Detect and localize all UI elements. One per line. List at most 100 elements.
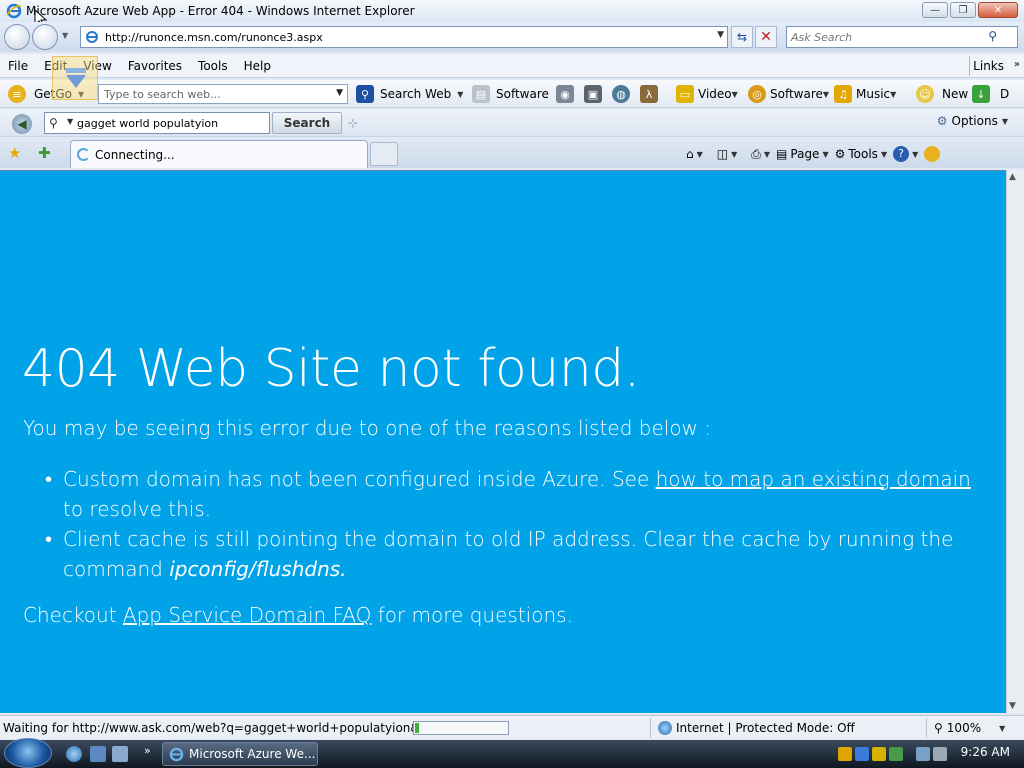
stop-button[interactable]: ✕: [755, 26, 777, 48]
favorites-star-icon[interactable]: ★: [8, 144, 21, 162]
zone-label: Internet | Protected Mode: Off: [676, 721, 855, 735]
faq-link[interactable]: App Service Domain FAQ: [123, 603, 371, 627]
ie-quicklaunch-icon[interactable]: [66, 746, 82, 762]
page-content: 404 Web Site not found. You may be seein…: [0, 170, 1006, 713]
globe-icon[interactable]: ◍: [612, 85, 630, 103]
chevron-down-icon[interactable]: ▼: [67, 117, 73, 126]
download-arrow-icon[interactable]: ↓: [972, 85, 990, 103]
rss-icon[interactable]: ◉: [556, 85, 574, 103]
software-menu-button[interactable]: ◎ Software ▼: [748, 84, 829, 104]
list-item: Client cache is still pointing the domai…: [45, 524, 975, 584]
start-button[interactable]: [4, 738, 52, 768]
web-search-input[interactable]: Type to search web... ▼: [98, 84, 348, 104]
ask-jeeves-icon[interactable]: λ: [640, 85, 658, 103]
links-separator: [969, 56, 970, 76]
page-menu-button[interactable]: ▤ Page ▼: [776, 147, 829, 161]
title-bar: Microsoft Azure Web App - Error 404 - Wi…: [0, 0, 1024, 22]
security-center-icon[interactable]: [889, 747, 903, 761]
add-favorites-icon[interactable]: ✚: [38, 144, 51, 162]
address-bar[interactable]: http://runonce.msn.com/runonce3.aspx ▼: [80, 26, 728, 48]
refresh-button[interactable]: ⇆: [731, 26, 753, 48]
software-icon: ▤: [472, 85, 490, 103]
vertical-scrollbar[interactable]: ▲ ▼: [1006, 170, 1024, 713]
network-icon[interactable]: [916, 747, 930, 761]
links-button[interactable]: Links: [973, 59, 1004, 73]
maximize-button[interactable]: ❐: [950, 2, 976, 18]
scroll-up-icon[interactable]: ▲: [1009, 172, 1016, 182]
address-dropdown-icon[interactable]: ▼: [717, 30, 724, 40]
switch-windows-icon[interactable]: [112, 746, 128, 762]
forward-button[interactable]: [32, 24, 58, 50]
volume-muted-icon[interactable]: [933, 747, 947, 761]
list-item: Custom domain has not been configured in…: [45, 464, 975, 524]
options-button[interactable]: ⚙ Options ▼: [937, 114, 1008, 128]
home-button[interactable]: ⌂ ▼: [686, 147, 703, 161]
zoom-control[interactable]: ⚲ 100% ▼: [934, 721, 1005, 735]
print-button[interactable]: ⎙ ▼: [751, 147, 770, 162]
magnifier-icon: ⚲: [356, 85, 374, 103]
chevron-down-icon: ▼: [999, 723, 1006, 733]
show-desktop-icon[interactable]: [90, 746, 106, 762]
tv-icon: ▭: [676, 85, 694, 103]
menu-favorites[interactable]: Favorites: [120, 59, 190, 73]
chevron-down-icon: ▼: [912, 149, 919, 159]
bullet1-text-pre: Custom domain has not been configured in…: [63, 467, 656, 491]
menu-file[interactable]: File: [0, 59, 36, 73]
command-bar: ⌂ ▼ ◫ ▼ ⎙ ▼ ▤ Page ▼ ⚙ Tools ▼ ? ▼: [686, 144, 941, 164]
loading-spinner-icon: [77, 148, 90, 161]
bluetooth-icon[interactable]: [855, 747, 869, 761]
menu-help[interactable]: Help: [236, 59, 279, 73]
smiley-icon: ☺: [916, 85, 934, 103]
faq-text-pre: Checkout: [23, 603, 123, 627]
video-button[interactable]: ▭ Video ▼: [676, 84, 738, 104]
tools-menu-button[interactable]: ⚙ Tools ▼: [835, 147, 887, 161]
truncated-label[interactable]: D: [1000, 87, 1009, 101]
address-row: ▼ http://runonce.msn.com/runonce3.aspx ▼…: [0, 22, 1024, 52]
feed-icon: ◫: [716, 147, 729, 161]
chevron-down-icon: ▼: [890, 89, 897, 99]
map-domain-link[interactable]: how to map an existing domain: [656, 467, 971, 491]
toolbar-search-button[interactable]: Search: [272, 112, 342, 134]
tab-row: ★ ✚ Connecting... ⌂ ▼ ◫ ▼ ⎙ ▼ ▤ Page ▼ ⚙ Tools…: [0, 138, 1024, 168]
menu-tools[interactable]: Tools: [190, 59, 236, 73]
new-button[interactable]: ☺ New: [916, 84, 968, 104]
chevron-down-icon[interactable]: ▼: [336, 88, 343, 98]
recent-pages-dropdown-icon[interactable]: ▼: [62, 31, 68, 40]
toolbar-search-input[interactable]: ⚲ ▼ gagget world populatyion: [44, 112, 270, 134]
scroll-down-icon[interactable]: ▼: [1009, 701, 1016, 711]
camera-icon[interactable]: ▣: [584, 85, 602, 103]
minimize-button[interactable]: —: [922, 2, 948, 18]
getgo-icon: ≡: [8, 85, 26, 103]
help-menu-button[interactable]: ? ▼: [893, 146, 918, 162]
gear-icon: ⚙: [936, 114, 948, 128]
taskbar-ie-window[interactable]: Microsoft Azure We...: [162, 742, 318, 766]
chevron-right-icon[interactable]: »: [1014, 59, 1020, 70]
clock[interactable]: 9:26 AM: [961, 745, 1010, 759]
feeds-button[interactable]: ◫ ▼: [717, 147, 738, 161]
new-tab-button[interactable]: [370, 142, 398, 166]
tab-current[interactable]: Connecting...: [70, 140, 368, 168]
shield-icon[interactable]: [838, 747, 852, 761]
resize-grip-icon[interactable]: ⊹: [348, 116, 358, 130]
search-icon[interactable]: ⚲: [988, 29, 997, 43]
search-web-label: Search Web: [380, 87, 452, 101]
music-button[interactable]: ♫ Music ▼: [834, 84, 896, 104]
smiley-icon[interactable]: [872, 747, 886, 761]
new-label: New: [942, 87, 969, 101]
disc-icon: ◎: [748, 85, 766, 103]
back-button[interactable]: [4, 24, 30, 50]
toolbar-search-query: gagget world populatyion: [77, 116, 219, 130]
search-web-button[interactable]: ⚲ Search Web ▼: [356, 84, 463, 104]
ask-search-input[interactable]: Ask Search ⚲: [786, 26, 1018, 48]
back-arrow-icon[interactable]: ◀: [12, 114, 32, 134]
chevron-right-icon[interactable]: »: [144, 744, 151, 757]
video-label: Video: [698, 87, 732, 101]
page-icon: [86, 31, 98, 43]
status-text: Waiting for http://www.ask.com/web?q=gag…: [3, 721, 460, 735]
security-zone[interactable]: Internet | Protected Mode: Off: [658, 721, 855, 735]
chevron-down-icon: ▼: [1001, 116, 1008, 126]
getgo-icon[interactable]: [924, 146, 941, 162]
music-note-icon: ♫: [834, 85, 852, 103]
close-button[interactable]: ✕: [978, 2, 1018, 18]
software-button[interactable]: ▤ Software: [472, 84, 549, 104]
